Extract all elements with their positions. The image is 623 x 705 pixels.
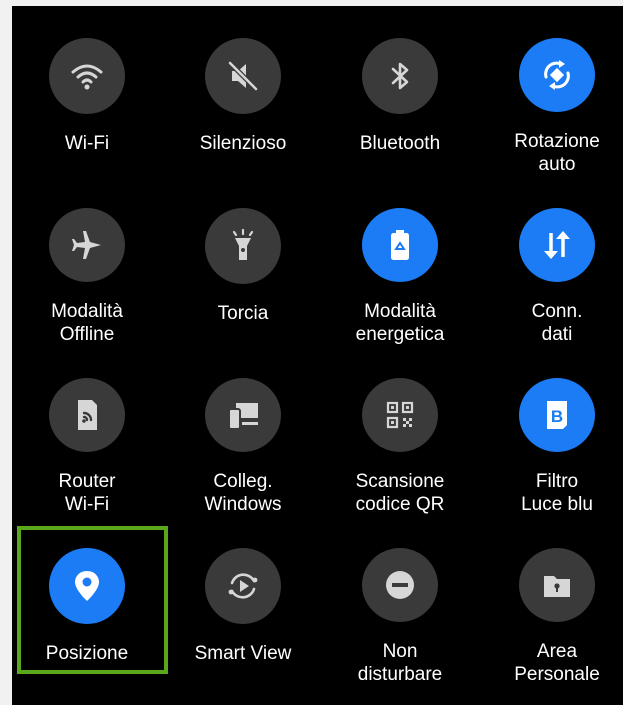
tile-hotspot[interactable]: Router Wi-Fi: [10, 346, 164, 516]
location-icon: [49, 548, 125, 624]
tile-label: Scansione codice QR: [355, 471, 445, 515]
tile-auto-rotate[interactable]: Rotazione auto: [480, 6, 623, 176]
tile-label: Posizione: [45, 643, 129, 664]
airplane-icon: [49, 208, 125, 282]
mute-icon: [205, 38, 281, 114]
do-not-disturb-icon: [362, 548, 438, 622]
tile-label: Wi-Fi: [64, 133, 110, 154]
tile-airplane[interactable]: Modalità Offline: [10, 176, 164, 346]
tile-mobile-data[interactable]: Conn. dati: [480, 176, 623, 346]
tile-label: Modalità energetica: [355, 301, 445, 345]
tile-label: Filtro Luce blu: [521, 471, 593, 515]
tile-label: Bluetooth: [359, 133, 441, 154]
tile-bluetooth[interactable]: Bluetooth: [323, 6, 477, 176]
tile-power-mode[interactable]: Modalità energetica: [323, 176, 477, 346]
battery-saver-icon: [362, 208, 438, 282]
tile-label: Smart View: [194, 643, 292, 664]
quick-settings-panel: Wi-Fi Silenzioso Bluetooth Rotazione aut…: [12, 6, 623, 705]
tile-secure-folder[interactable]: Area Personale: [480, 516, 623, 686]
tile-smart-view[interactable]: Smart View: [166, 516, 320, 686]
tile-label: Router Wi-Fi: [58, 471, 116, 515]
smart-view-icon: [205, 548, 281, 624]
tile-location[interactable]: Posizione: [10, 516, 164, 686]
tile-do-not-disturb[interactable]: Non disturbare: [323, 516, 477, 686]
flashlight-icon: [205, 208, 281, 284]
tile-label: Conn. dati: [531, 301, 583, 345]
tile-label: Silenzioso: [199, 133, 287, 154]
qr-code-icon: [362, 378, 438, 452]
auto-rotate-icon: [519, 38, 595, 112]
secure-folder-icon: [519, 548, 595, 622]
bluetooth-icon: [362, 38, 438, 114]
link-windows-icon: [205, 378, 281, 452]
tile-flashlight[interactable]: Torcia: [166, 176, 320, 346]
tile-label: Modalità Offline: [51, 301, 123, 345]
tile-label: Colleg. Windows: [204, 471, 282, 515]
mobile-data-icon: [519, 208, 595, 282]
tile-label: Rotazione auto: [514, 131, 600, 175]
tile-link-windows[interactable]: Colleg. Windows: [166, 346, 320, 516]
tile-qr-scan[interactable]: Scansione codice QR: [323, 346, 477, 516]
tile-label: Non disturbare: [357, 641, 443, 685]
tile-label: Torcia: [217, 303, 269, 324]
svg-text:B: B: [551, 407, 563, 426]
tile-label: Area Personale: [514, 641, 600, 685]
tile-wifi[interactable]: Wi-Fi: [10, 6, 164, 176]
blue-light-filter-icon: B: [519, 378, 595, 452]
tile-blue-light[interactable]: B Filtro Luce blu: [480, 346, 623, 516]
hotspot-icon: [49, 378, 125, 452]
wifi-icon: [49, 38, 125, 114]
tile-silent[interactable]: Silenzioso: [166, 6, 320, 176]
